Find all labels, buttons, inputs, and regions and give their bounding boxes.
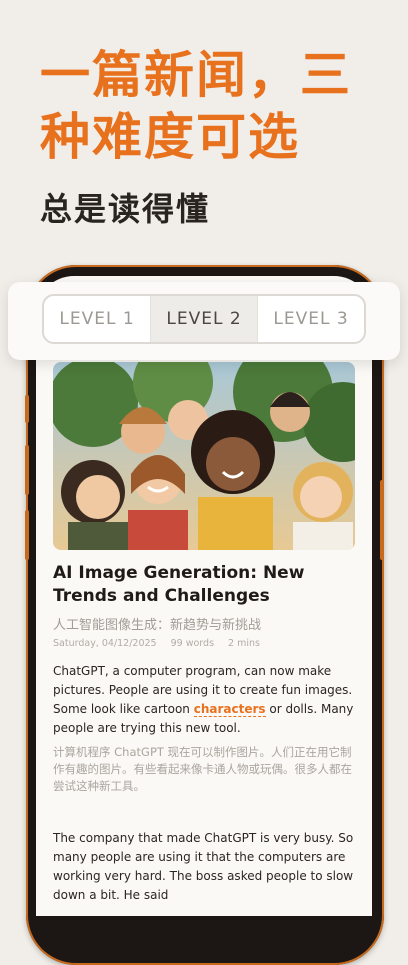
level-selector: LEVEL 1 LEVEL 2 LEVEL 3 <box>42 294 366 344</box>
read-time: 2 mins <box>228 638 260 649</box>
article-date: Saturday, 04/12/2025 <box>53 638 157 649</box>
level-2-tab[interactable]: LEVEL 2 <box>150 296 257 342</box>
hero-subtitle: 总是读得懂 <box>40 190 211 228</box>
hero-title: 一篇新闻，三种难度可选 <box>40 46 352 166</box>
level-selector-card: LEVEL 1 LEVEL 2 LEVEL 3 <box>8 282 400 360</box>
word-count: 99 words <box>170 638 215 649</box>
level-3-tab[interactable]: LEVEL 3 <box>257 296 364 342</box>
article-title: AI Image Generation: New Trends and Chal… <box>53 563 305 606</box>
article-meta: Saturday, 04/12/2025 99 words 2 mins <box>53 638 260 649</box>
phone-side-button <box>25 510 29 560</box>
phone-screen: AI Image Generation: New Trends and Chal… <box>36 276 372 916</box>
vocab-word[interactable]: characters <box>193 702 266 717</box>
phone-power-button <box>380 480 384 560</box>
cartoon-group-photo-icon <box>53 362 355 550</box>
article-subtitle-zh: 人工智能图像生成：新趋势与新挑战 <box>53 618 262 633</box>
phone-side-button <box>25 395 29 423</box>
phone-side-button <box>25 445 29 495</box>
article-image <box>53 362 355 550</box>
paragraph-zh: 计算机程序 ChatGPT 现在可以制作图片。人们正在用它制作有趣的图片。有些看… <box>53 745 352 793</box>
paragraph-en: The company that made ChatGPT is very bu… <box>53 831 354 902</box>
paragraph-en: ChatGPT, a computer program, can now mak… <box>53 662 357 738</box>
level-1-tab[interactable]: LEVEL 1 <box>44 296 150 342</box>
